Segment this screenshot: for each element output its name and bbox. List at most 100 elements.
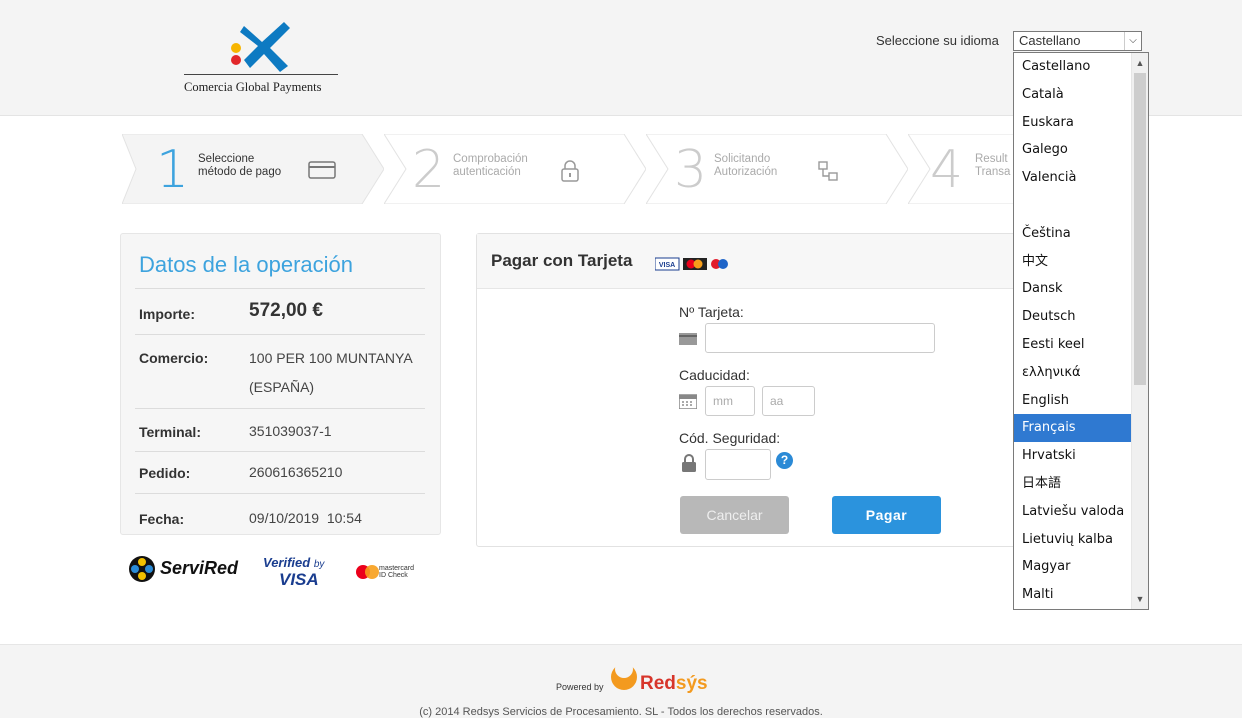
terminal-value: 351039037-1 bbox=[249, 423, 332, 439]
page-footer: Powered by Redsýs (c) 2014 Redsys Servic… bbox=[0, 644, 1242, 718]
language-option[interactable]: 中文 bbox=[1014, 248, 1148, 276]
step-4: 4 Result Transa bbox=[908, 134, 1022, 204]
language-option[interactable]: Čeština bbox=[1014, 220, 1148, 248]
servired-icon bbox=[129, 556, 155, 582]
caixabank-logo: Comercia Global Payments bbox=[184, 14, 338, 100]
order-value: 260616365210 bbox=[249, 464, 343, 480]
divider bbox=[135, 408, 425, 409]
terminal-label: Terminal: bbox=[139, 424, 201, 440]
step-number: 3 bbox=[674, 140, 708, 200]
lock-icon bbox=[682, 454, 696, 472]
step-label-line1: Solicitando bbox=[714, 153, 771, 165]
divider bbox=[135, 451, 425, 452]
language-option[interactable] bbox=[1014, 192, 1148, 220]
language-select[interactable]: Castellano ⌵ bbox=[1013, 31, 1142, 51]
date-value: 09/10/2019 10:54 bbox=[249, 510, 362, 526]
language-option[interactable]: Malti bbox=[1014, 581, 1148, 609]
mastercard-idcheck-text: mastercard ID Check bbox=[379, 565, 415, 579]
step-label-line1: Comprobación bbox=[453, 153, 528, 165]
network-icon bbox=[818, 161, 838, 181]
language-option[interactable]: Català bbox=[1014, 81, 1148, 109]
cvv-label: Cód. Seguridad: bbox=[679, 430, 781, 446]
step-2: 2 Comprobación autenticación bbox=[384, 134, 646, 204]
step-number: 4 bbox=[930, 140, 964, 200]
pay-button[interactable]: Pagar bbox=[832, 496, 941, 534]
language-option[interactable]: Euskara bbox=[1014, 109, 1148, 137]
divider bbox=[135, 493, 425, 494]
svg-text:VISA: VISA bbox=[659, 262, 675, 269]
divider bbox=[135, 288, 425, 289]
verified-by-visa-line2: VISA bbox=[279, 570, 319, 589]
mastercard-icon bbox=[356, 565, 379, 579]
scroll-thumb[interactable] bbox=[1134, 73, 1146, 385]
step-number: 2 bbox=[412, 140, 446, 200]
redsys-icon bbox=[611, 660, 637, 690]
cvv-input[interactable] bbox=[705, 449, 771, 480]
merchant-value-line2: (ESPAÑA) bbox=[249, 379, 315, 395]
chevron-down-icon[interactable]: ⌵ bbox=[1124, 32, 1141, 50]
powered-by-text: Powered by bbox=[556, 682, 604, 692]
amount-label: Importe: bbox=[139, 306, 195, 322]
step-number: 1 bbox=[156, 140, 190, 200]
card-payment-form: Pagar con Tarjeta VISA Nº Tarjeta: Caduc… bbox=[476, 233, 1041, 547]
step-label-line1: Result bbox=[975, 153, 1008, 165]
operation-title: Datos de la operación bbox=[139, 252, 354, 277]
progress-steps: 1 Seleccione método de pago 2 Comprobaci… bbox=[122, 134, 1022, 204]
language-dropdown-list[interactable]: Castellano Català Euskara Galego Valencià Češ… bbox=[1013, 52, 1149, 610]
operation-data-panel: Datos de la operación Importe: 572,00 € … bbox=[120, 233, 441, 535]
step-label-line2: Transa bbox=[975, 166, 1011, 178]
card-form-title: Pagar con Tarjeta bbox=[491, 251, 633, 270]
redsys-logo-text: Redsýs bbox=[640, 673, 708, 694]
language-option[interactable]: 日本語 bbox=[1014, 470, 1148, 498]
dropdown-scrollbar[interactable]: ▲ ▼ bbox=[1131, 53, 1148, 609]
calendar-icon bbox=[679, 394, 697, 409]
date-label: Fecha: bbox=[139, 511, 185, 527]
language-option[interactable]: Valencià bbox=[1014, 164, 1148, 192]
step-label-line1: Seleccione bbox=[198, 153, 255, 165]
cancel-button[interactable]: Cancelar bbox=[680, 496, 789, 534]
divider bbox=[135, 334, 425, 335]
card-number-label: Nº Tarjeta: bbox=[679, 304, 744, 320]
cvv-help-icon[interactable]: ? bbox=[776, 452, 793, 469]
card-number-input[interactable] bbox=[705, 323, 935, 353]
language-selected-value: Castellano bbox=[1019, 33, 1081, 48]
language-option[interactable]: Galego bbox=[1014, 136, 1148, 164]
step-1: 1 Seleccione método de pago bbox=[122, 134, 384, 204]
star-logo-icon bbox=[231, 22, 290, 72]
scroll-down-icon[interactable]: ▼ bbox=[1132, 591, 1148, 607]
step-3: 3 Solicitando Autorización bbox=[646, 134, 908, 204]
expiry-year-input[interactable]: aa bbox=[762, 386, 815, 416]
step-label-line2: método de pago bbox=[198, 166, 282, 178]
card-icon bbox=[308, 161, 336, 179]
card-form-header: Pagar con Tarjeta VISA bbox=[477, 234, 1040, 289]
language-option[interactable]: Deutsch bbox=[1014, 303, 1148, 331]
language-option[interactable]: Lietuvių kalba bbox=[1014, 526, 1148, 554]
language-label: Seleccione su idioma bbox=[876, 33, 999, 48]
language-option[interactable]: ελληνικά bbox=[1014, 359, 1148, 387]
language-option[interactable]: Eesti keel bbox=[1014, 331, 1148, 359]
expiry-month-input[interactable]: mm bbox=[705, 386, 755, 416]
logo-text: Comercia Global Payments bbox=[184, 80, 322, 94]
language-option[interactable]: Latviešu valoda bbox=[1014, 498, 1148, 526]
card-number-icon bbox=[679, 333, 697, 345]
scroll-up-icon[interactable]: ▲ bbox=[1132, 55, 1148, 71]
lock-icon bbox=[561, 160, 579, 182]
language-option[interactable]: Dansk bbox=[1014, 275, 1148, 303]
merchant-label: Comercio: bbox=[139, 350, 209, 366]
servired-logo-text: ServiRed bbox=[160, 558, 239, 578]
language-option[interactable]: Français bbox=[1014, 414, 1148, 443]
merchant-value-line1: 100 PER 100 MUNTANYA bbox=[249, 350, 413, 366]
language-option[interactable]: Magyar bbox=[1014, 553, 1148, 581]
logo-divider bbox=[184, 74, 338, 75]
amount-value: 572,00 € bbox=[249, 300, 323, 321]
expiry-label: Caducidad: bbox=[679, 367, 750, 383]
security-brands: ServiRed Verified by VISA mastercard ID C… bbox=[128, 551, 428, 591]
copyright-text: (c) 2014 Redsys Servicios de Procesamien… bbox=[419, 706, 823, 718]
verified-by-visa-line1: Verified by bbox=[263, 555, 325, 570]
card-logos: VISA bbox=[655, 257, 728, 271]
language-option[interactable]: Castellano bbox=[1014, 53, 1148, 81]
order-label: Pedido: bbox=[139, 465, 191, 481]
step-label-line2: Autorización bbox=[714, 166, 778, 178]
language-option[interactable]: Hrvatski bbox=[1014, 442, 1148, 470]
language-option[interactable]: English bbox=[1014, 387, 1148, 415]
